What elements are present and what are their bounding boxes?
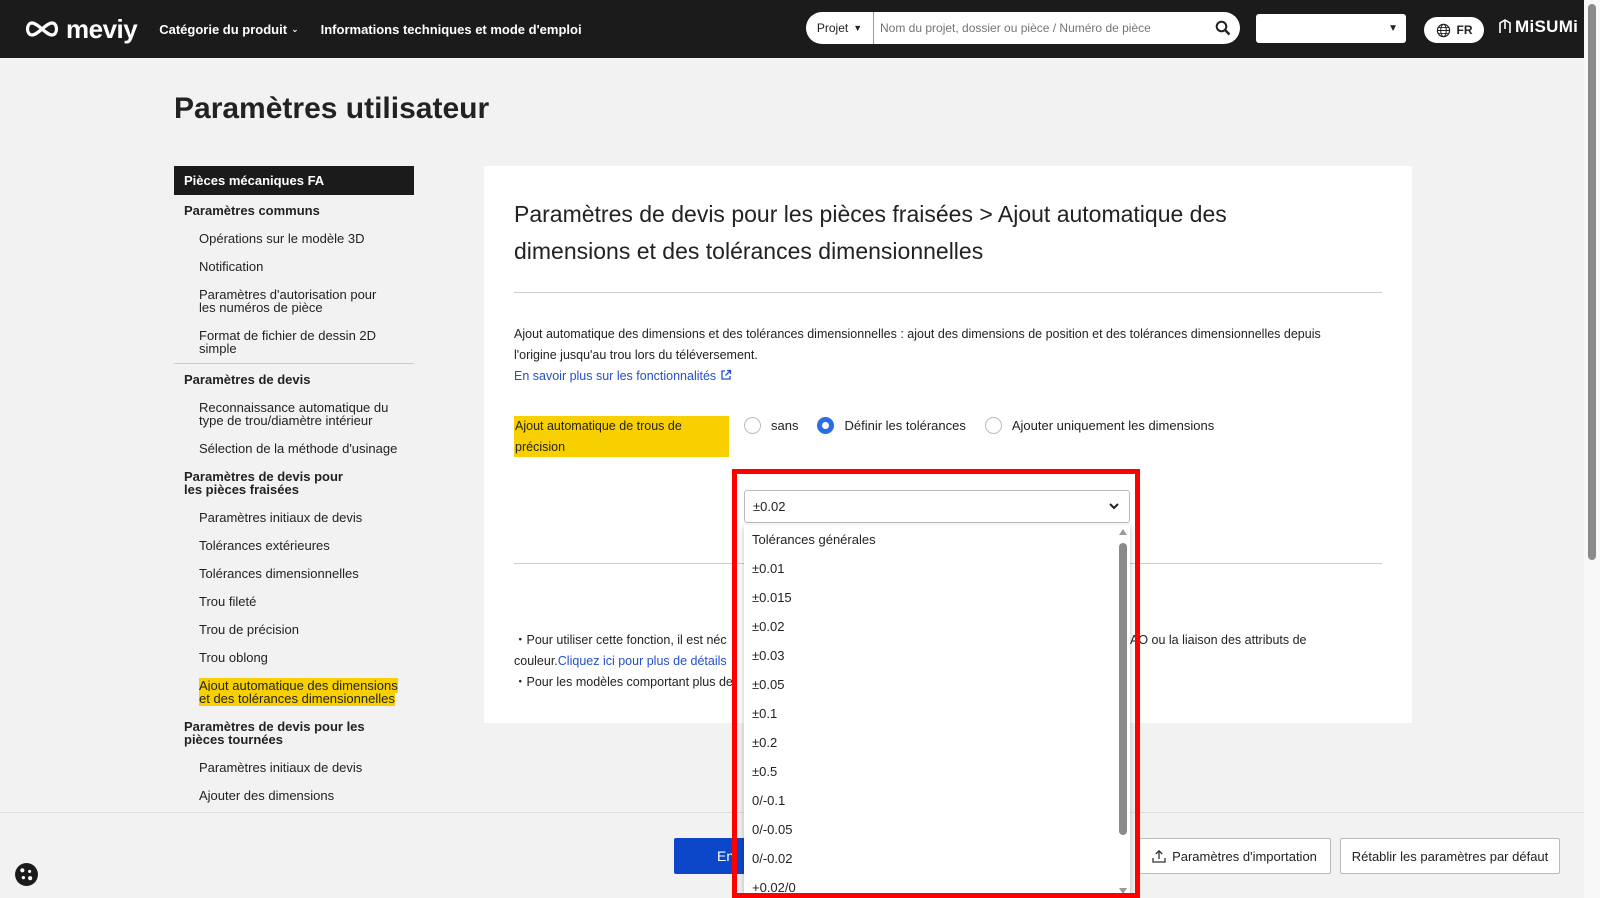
nav-product-category[interactable]: Catégorie du produit ⌄ bbox=[159, 22, 298, 37]
dropdown-option[interactable]: 0/-0.02 bbox=[744, 844, 1130, 873]
sidebar-section-quote: Paramètres de devis bbox=[184, 372, 311, 387]
learn-more-link[interactable]: En savoir plus sur les fonctionnalités bbox=[514, 369, 732, 383]
chevron-down-icon: ⌄ bbox=[291, 23, 299, 34]
dropdown-option[interactable]: ±0.015 bbox=[744, 583, 1130, 612]
scroll-down-icon[interactable] bbox=[1119, 888, 1127, 894]
search-input[interactable] bbox=[874, 21, 1206, 35]
sidebar-item-turned-add-dim[interactable]: Ajouter des dimensions bbox=[174, 789, 414, 802]
sidebar-item-milled-initial[interactable]: Paramètres initiaux de devis bbox=[174, 511, 414, 524]
sidebar-divider bbox=[174, 363, 414, 364]
dropdown-option[interactable]: ±0.2 bbox=[744, 728, 1130, 757]
dropdown-option[interactable]: 0/-0.1 bbox=[744, 786, 1130, 815]
details-link[interactable]: Cliquez ici pour plus de détails bbox=[558, 654, 727, 668]
language-button[interactable]: FR bbox=[1424, 17, 1484, 43]
sidebar: Pièces mécaniques FA Paramètres communs … bbox=[174, 166, 414, 802]
cookie-icon[interactable] bbox=[14, 862, 39, 887]
page-scrollbar-thumb[interactable] bbox=[1588, 4, 1596, 560]
meviy-logo[interactable]: meviy bbox=[22, 13, 138, 45]
sidebar-item-part-number-auth[interactable]: Paramètres d'autorisation pour les numér… bbox=[174, 288, 394, 314]
radio-none[interactable] bbox=[744, 417, 761, 434]
dropdown-option[interactable]: ±0.5 bbox=[744, 757, 1130, 786]
search-icon[interactable] bbox=[1206, 20, 1240, 36]
sidebar-head: Pièces mécaniques FA bbox=[174, 166, 414, 195]
reset-defaults-button[interactable]: Rétablir les paramètres par défaut bbox=[1340, 838, 1560, 874]
precision-hole-label: Ajout automatique de trous de précision bbox=[514, 416, 729, 457]
misumi-mark-icon bbox=[1499, 19, 1511, 33]
dropdown-scrollbar[interactable] bbox=[1116, 525, 1130, 898]
radio-set-tolerances[interactable] bbox=[817, 417, 835, 434]
chevron-down-icon: ▼ bbox=[1388, 23, 1398, 34]
sidebar-item-2d-format[interactable]: Format de fichier de dessin 2D simple bbox=[174, 329, 389, 355]
dropdown-option[interactable]: ±0.02 bbox=[744, 612, 1130, 641]
header-select[interactable]: ▼ bbox=[1256, 14, 1406, 43]
chevron-down-icon bbox=[1109, 503, 1119, 510]
nav-technical-info[interactable]: Informations techniques et mode d'emploi bbox=[321, 22, 582, 37]
import-settings-button[interactable]: Paramètres d'importation bbox=[1138, 838, 1331, 874]
dropdown-option[interactable]: Tolérances générales bbox=[744, 525, 1130, 554]
sidebar-item-notification[interactable]: Notification bbox=[174, 260, 414, 273]
sidebar-section-milled: Paramètres de devis pour les pièces frai… bbox=[184, 469, 343, 497]
tolerance-options-list: Tolérances générales ±0.01 ±0.015 ±0.02 … bbox=[744, 525, 1130, 898]
sidebar-item-milled-dim-tol[interactable]: Tolérances dimensionnelles bbox=[174, 567, 414, 580]
misumi-logo[interactable]: MiSUMi bbox=[1498, 17, 1578, 37]
dropdown-scrollbar-thumb[interactable] bbox=[1119, 543, 1127, 835]
search-scope-select[interactable]: Projet ▼ bbox=[806, 12, 874, 44]
dropdown-option[interactable]: +0.02/0 bbox=[744, 873, 1130, 898]
section-title: Paramètres de devis pour les pièces frai… bbox=[514, 201, 1227, 264]
dropdown-option[interactable]: ±0.1 bbox=[744, 699, 1130, 728]
search-bar: Projet ▼ bbox=[806, 12, 1240, 44]
upload-icon bbox=[1152, 849, 1166, 863]
page-scrollbar[interactable] bbox=[1584, 0, 1600, 898]
sidebar-item-hole-recognition[interactable]: Reconnaissance automatique du type de tr… bbox=[174, 401, 394, 427]
divider bbox=[514, 292, 1382, 293]
infinity-logo-icon bbox=[25, 21, 59, 37]
chevron-down-icon: ▼ bbox=[853, 23, 863, 33]
sidebar-item-milled-outer-tol[interactable]: Tolérances extérieures bbox=[174, 539, 414, 552]
globe-icon bbox=[1436, 23, 1450, 37]
page-title: Paramètres utilisateur bbox=[174, 92, 490, 125]
sidebar-item-3d-model[interactable]: Opérations sur le modèle 3D bbox=[174, 232, 414, 245]
external-link-icon bbox=[721, 369, 731, 380]
description: Ajout automatique des dimensions et des … bbox=[514, 327, 1321, 383]
dropdown-option[interactable]: 0/-0.05 bbox=[744, 815, 1130, 844]
sidebar-item-milled-oblong[interactable]: Trou oblong bbox=[174, 651, 414, 664]
sidebar-item-milled-threaded[interactable]: Trou fileté bbox=[174, 595, 414, 608]
dropdown-option[interactable]: ±0.01 bbox=[744, 554, 1130, 583]
dropdown-option[interactable]: ±0.05 bbox=[744, 670, 1130, 699]
sidebar-item-milled-precision[interactable]: Trou de précision bbox=[174, 623, 414, 636]
sidebar-section-turned: Paramètres de devis pour les pièces tour… bbox=[184, 719, 365, 747]
sidebar-item-machining-method[interactable]: Sélection de la méthode d'usinage bbox=[174, 442, 414, 455]
sidebar-item-turned-initial[interactable]: Paramètres initiaux de devis bbox=[174, 761, 414, 774]
precision-radio-group: sans Définir les tolérances Ajouter uniq… bbox=[744, 417, 1233, 434]
scroll-up-icon[interactable] bbox=[1119, 529, 1127, 535]
dropdown-option[interactable]: ±0.03 bbox=[744, 641, 1130, 670]
radio-dimensions-only[interactable] bbox=[984, 417, 1002, 434]
tolerance-select[interactable]: ±0.02 bbox=[744, 490, 1130, 523]
sidebar-section-common: Paramètres communs bbox=[184, 203, 320, 218]
logo-text: meviy bbox=[66, 13, 138, 44]
sidebar-item-milled-auto-dim[interactable]: Ajout automatique des dimensions et des … bbox=[174, 678, 409, 706]
